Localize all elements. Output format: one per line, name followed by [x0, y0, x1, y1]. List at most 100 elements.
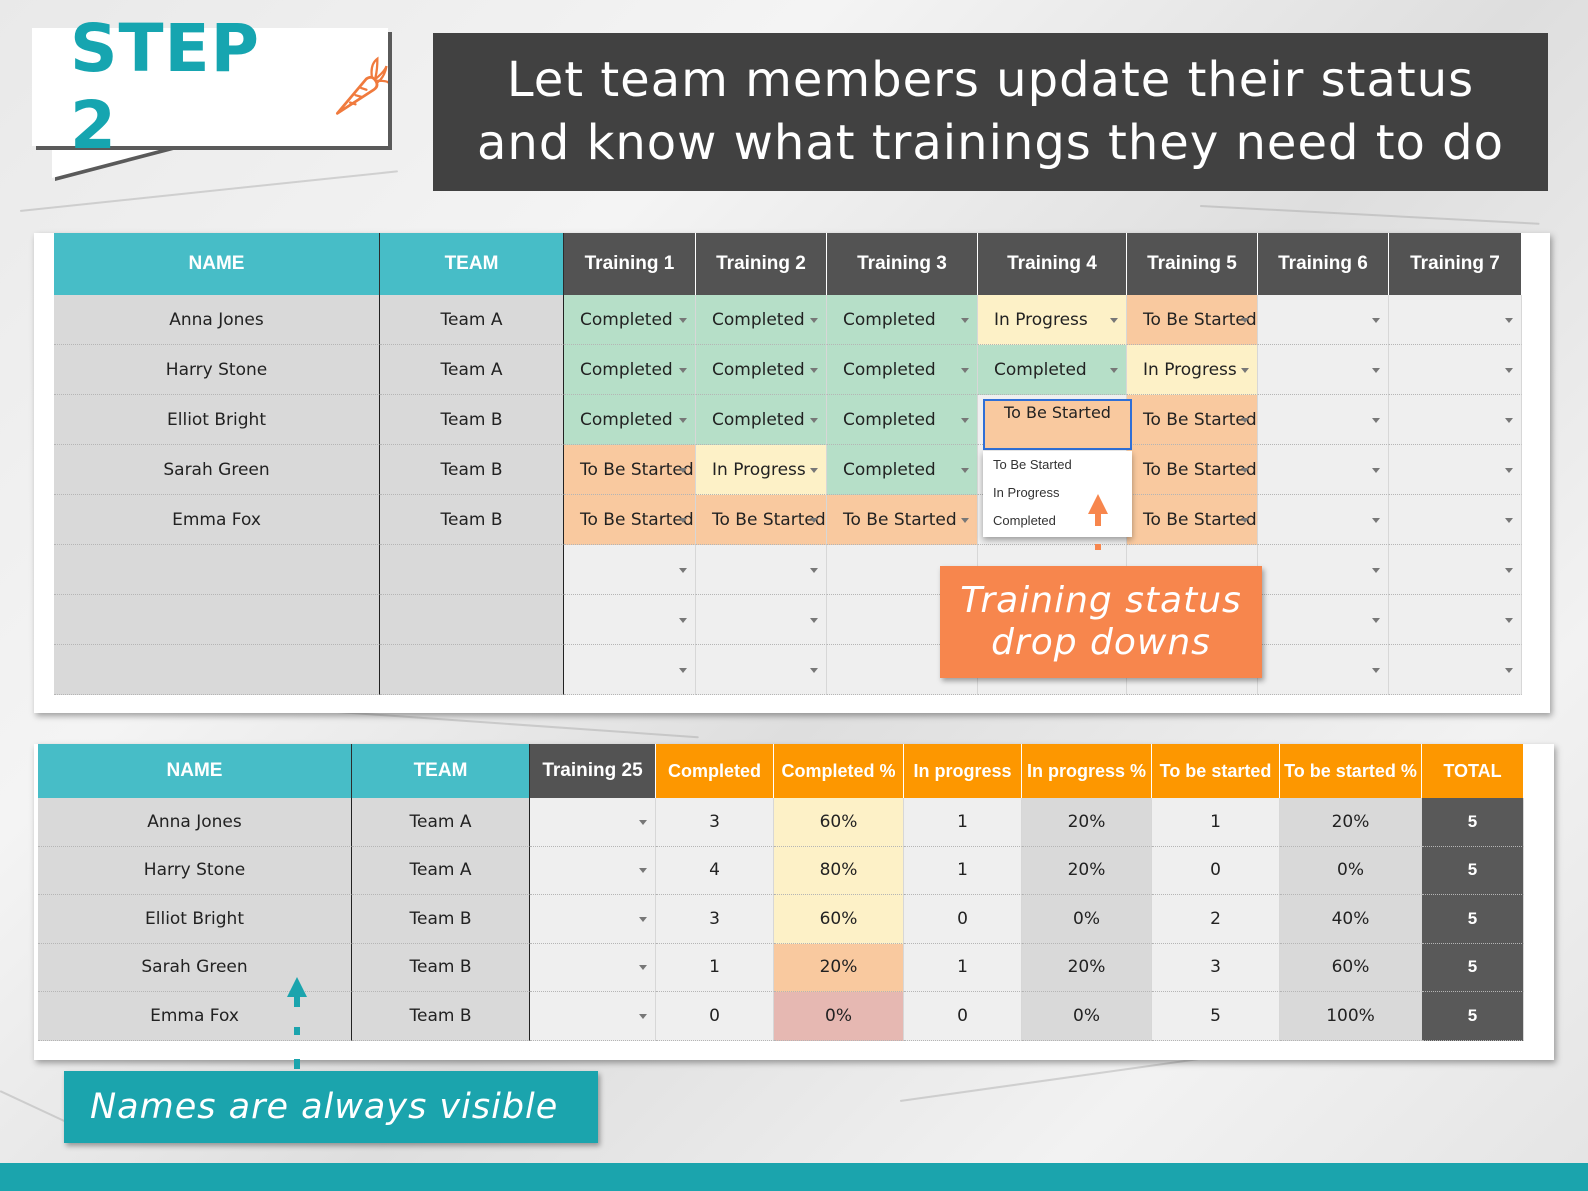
status-dropdown-cell[interactable]: Completed — [827, 345, 978, 395]
status-dropdown-cell[interactable]: To Be Started — [1127, 445, 1258, 495]
status-dropdown-cell[interactable]: Completed — [564, 295, 696, 345]
chevron-down-icon — [810, 417, 818, 423]
to-be-started-count: 1 — [1152, 798, 1280, 847]
chevron-down-icon — [1372, 317, 1380, 323]
status-dropdown-cell[interactable]: Completed — [978, 345, 1127, 395]
completed-count: 3 — [656, 895, 774, 944]
chevron-down-icon — [961, 367, 969, 373]
completed-percent: 60% — [774, 895, 904, 944]
chevron-down-icon — [1372, 467, 1380, 473]
team-cell: Team B — [380, 495, 564, 545]
to-be-started-percent: 40% — [1280, 895, 1422, 944]
status-dropdown-cell[interactable] — [696, 545, 827, 595]
summary-grid: NAME TEAM Training 25 Completed Completed % I… — [38, 744, 1524, 1041]
column-header: Training 6 — [1258, 233, 1389, 295]
status-dropdown-cell[interactable] — [530, 798, 656, 847]
status-dropdown-cell[interactable] — [1258, 395, 1389, 445]
chevron-down-icon — [679, 617, 687, 623]
chevron-down-icon — [1241, 417, 1249, 423]
status-dropdown-cell[interactable] — [530, 846, 656, 895]
status-dropdown-cell[interactable] — [1389, 345, 1522, 395]
status-dropdown-cell[interactable] — [1389, 545, 1522, 595]
status-dropdown-cell[interactable]: Completed — [696, 395, 827, 445]
status-dropdown-cell[interactable] — [1389, 645, 1522, 695]
column-header: TEAM — [352, 744, 530, 798]
chevron-down-icon — [1505, 667, 1513, 673]
status-value: To Be Started — [843, 509, 957, 530]
status-dropdown-cell[interactable] — [1389, 395, 1522, 445]
carrot-icon — [335, 56, 388, 115]
status-dropdown-cell[interactable] — [1389, 295, 1522, 345]
chevron-down-icon — [679, 417, 687, 423]
status-dropdown-cell[interactable] — [564, 595, 696, 645]
chevron-down-icon — [810, 367, 818, 373]
status-dropdown-cell[interactable] — [1389, 595, 1522, 645]
completed-percent: 0% — [774, 992, 904, 1041]
status-dropdown-cell[interactable] — [564, 645, 696, 695]
total-count: 5 — [1422, 992, 1524, 1041]
status-dropdown-cell[interactable] — [1258, 595, 1389, 645]
status-dropdown-cell[interactable]: To Be Started — [1127, 495, 1258, 545]
status-dropdown-cell[interactable]: Completed — [827, 395, 978, 445]
status-dropdown-cell[interactable]: To Be Started — [564, 445, 696, 495]
status-dropdown-cell[interactable] — [1258, 295, 1389, 345]
chevron-down-icon — [639, 819, 647, 825]
status-dropdown-cell[interactable] — [1258, 545, 1389, 595]
arrow-up-icon — [1088, 494, 1108, 550]
status-dropdown-cell[interactable] — [564, 545, 696, 595]
team-cell — [380, 595, 564, 645]
chevron-down-icon — [679, 517, 687, 523]
status-dropdown-cell[interactable] — [1258, 345, 1389, 395]
status-dropdown-cell[interactable]: To Be Started — [1127, 395, 1258, 445]
status-value: Completed — [712, 359, 805, 380]
status-dropdown-cell[interactable]: In Progress — [1127, 345, 1258, 395]
status-value: In Progress — [994, 309, 1088, 330]
status-dropdown-cell[interactable]: Completed — [564, 345, 696, 395]
status-dropdown-cell[interactable]: To Be Started — [1127, 295, 1258, 345]
status-dropdown-cell[interactable]: In Progress — [696, 445, 827, 495]
status-dropdown-cell[interactable]: To Be Started — [827, 495, 978, 545]
in-progress-count: 0 — [904, 895, 1022, 944]
status-dropdown-cell[interactable] — [1258, 495, 1389, 545]
team-cell: Team B — [352, 943, 530, 992]
status-value: Completed — [712, 309, 805, 330]
chevron-down-icon — [1505, 617, 1513, 623]
status-dropdown-cell[interactable]: Completed — [827, 295, 978, 345]
status-value: To Be Started — [580, 509, 694, 530]
status-value: In Progress — [712, 459, 806, 480]
status-dropdown-cell[interactable]: Completed — [564, 395, 696, 445]
completed-percent: 20% — [774, 943, 904, 992]
status-dropdown-cell[interactable] — [1389, 445, 1522, 495]
status-dropdown-cell[interactable]: Completed — [696, 295, 827, 345]
header-banner: Let team members update their status and… — [433, 33, 1548, 191]
status-dropdown-selected[interactable]: To Be Started — [983, 399, 1132, 450]
status-dropdown-cell[interactable]: In Progress — [978, 295, 1127, 345]
to-be-started-percent: 100% — [1280, 992, 1422, 1041]
status-dropdown-cell[interactable] — [530, 943, 656, 992]
dropdown-option-to-be-started[interactable]: To Be Started — [983, 457, 1132, 485]
in-progress-percent: 0% — [1022, 992, 1152, 1041]
column-header: Training 4 — [978, 233, 1127, 295]
status-dropdown-cell[interactable]: To Be Started — [564, 495, 696, 545]
status-dropdown-cell[interactable]: To Be Started — [696, 495, 827, 545]
column-header: Completed — [656, 744, 774, 798]
status-dropdown-cell[interactable] — [1258, 445, 1389, 495]
status-value: Completed — [843, 459, 936, 480]
status-dropdown-cell[interactable] — [1258, 645, 1389, 695]
column-header: NAME — [38, 744, 352, 798]
banner-line-1: Let team members update their status — [506, 52, 1475, 108]
status-dropdown-cell[interactable] — [530, 992, 656, 1041]
status-value: Completed — [580, 409, 673, 430]
column-header: In progress — [904, 744, 1022, 798]
status-dropdown-cell[interactable]: Completed — [827, 445, 978, 495]
name-cell: Anna Jones — [38, 798, 352, 847]
status-dropdown-cell[interactable] — [1389, 495, 1522, 545]
status-dropdown-cell[interactable] — [696, 645, 827, 695]
column-header: TOTAL — [1422, 744, 1524, 798]
team-cell: Team A — [380, 345, 564, 395]
status-dropdown-cell[interactable] — [696, 595, 827, 645]
to-be-started-percent: 60% — [1280, 943, 1422, 992]
name-cell: Sarah Green — [54, 445, 380, 495]
status-dropdown-cell[interactable] — [530, 895, 656, 944]
status-dropdown-cell[interactable]: Completed — [696, 345, 827, 395]
